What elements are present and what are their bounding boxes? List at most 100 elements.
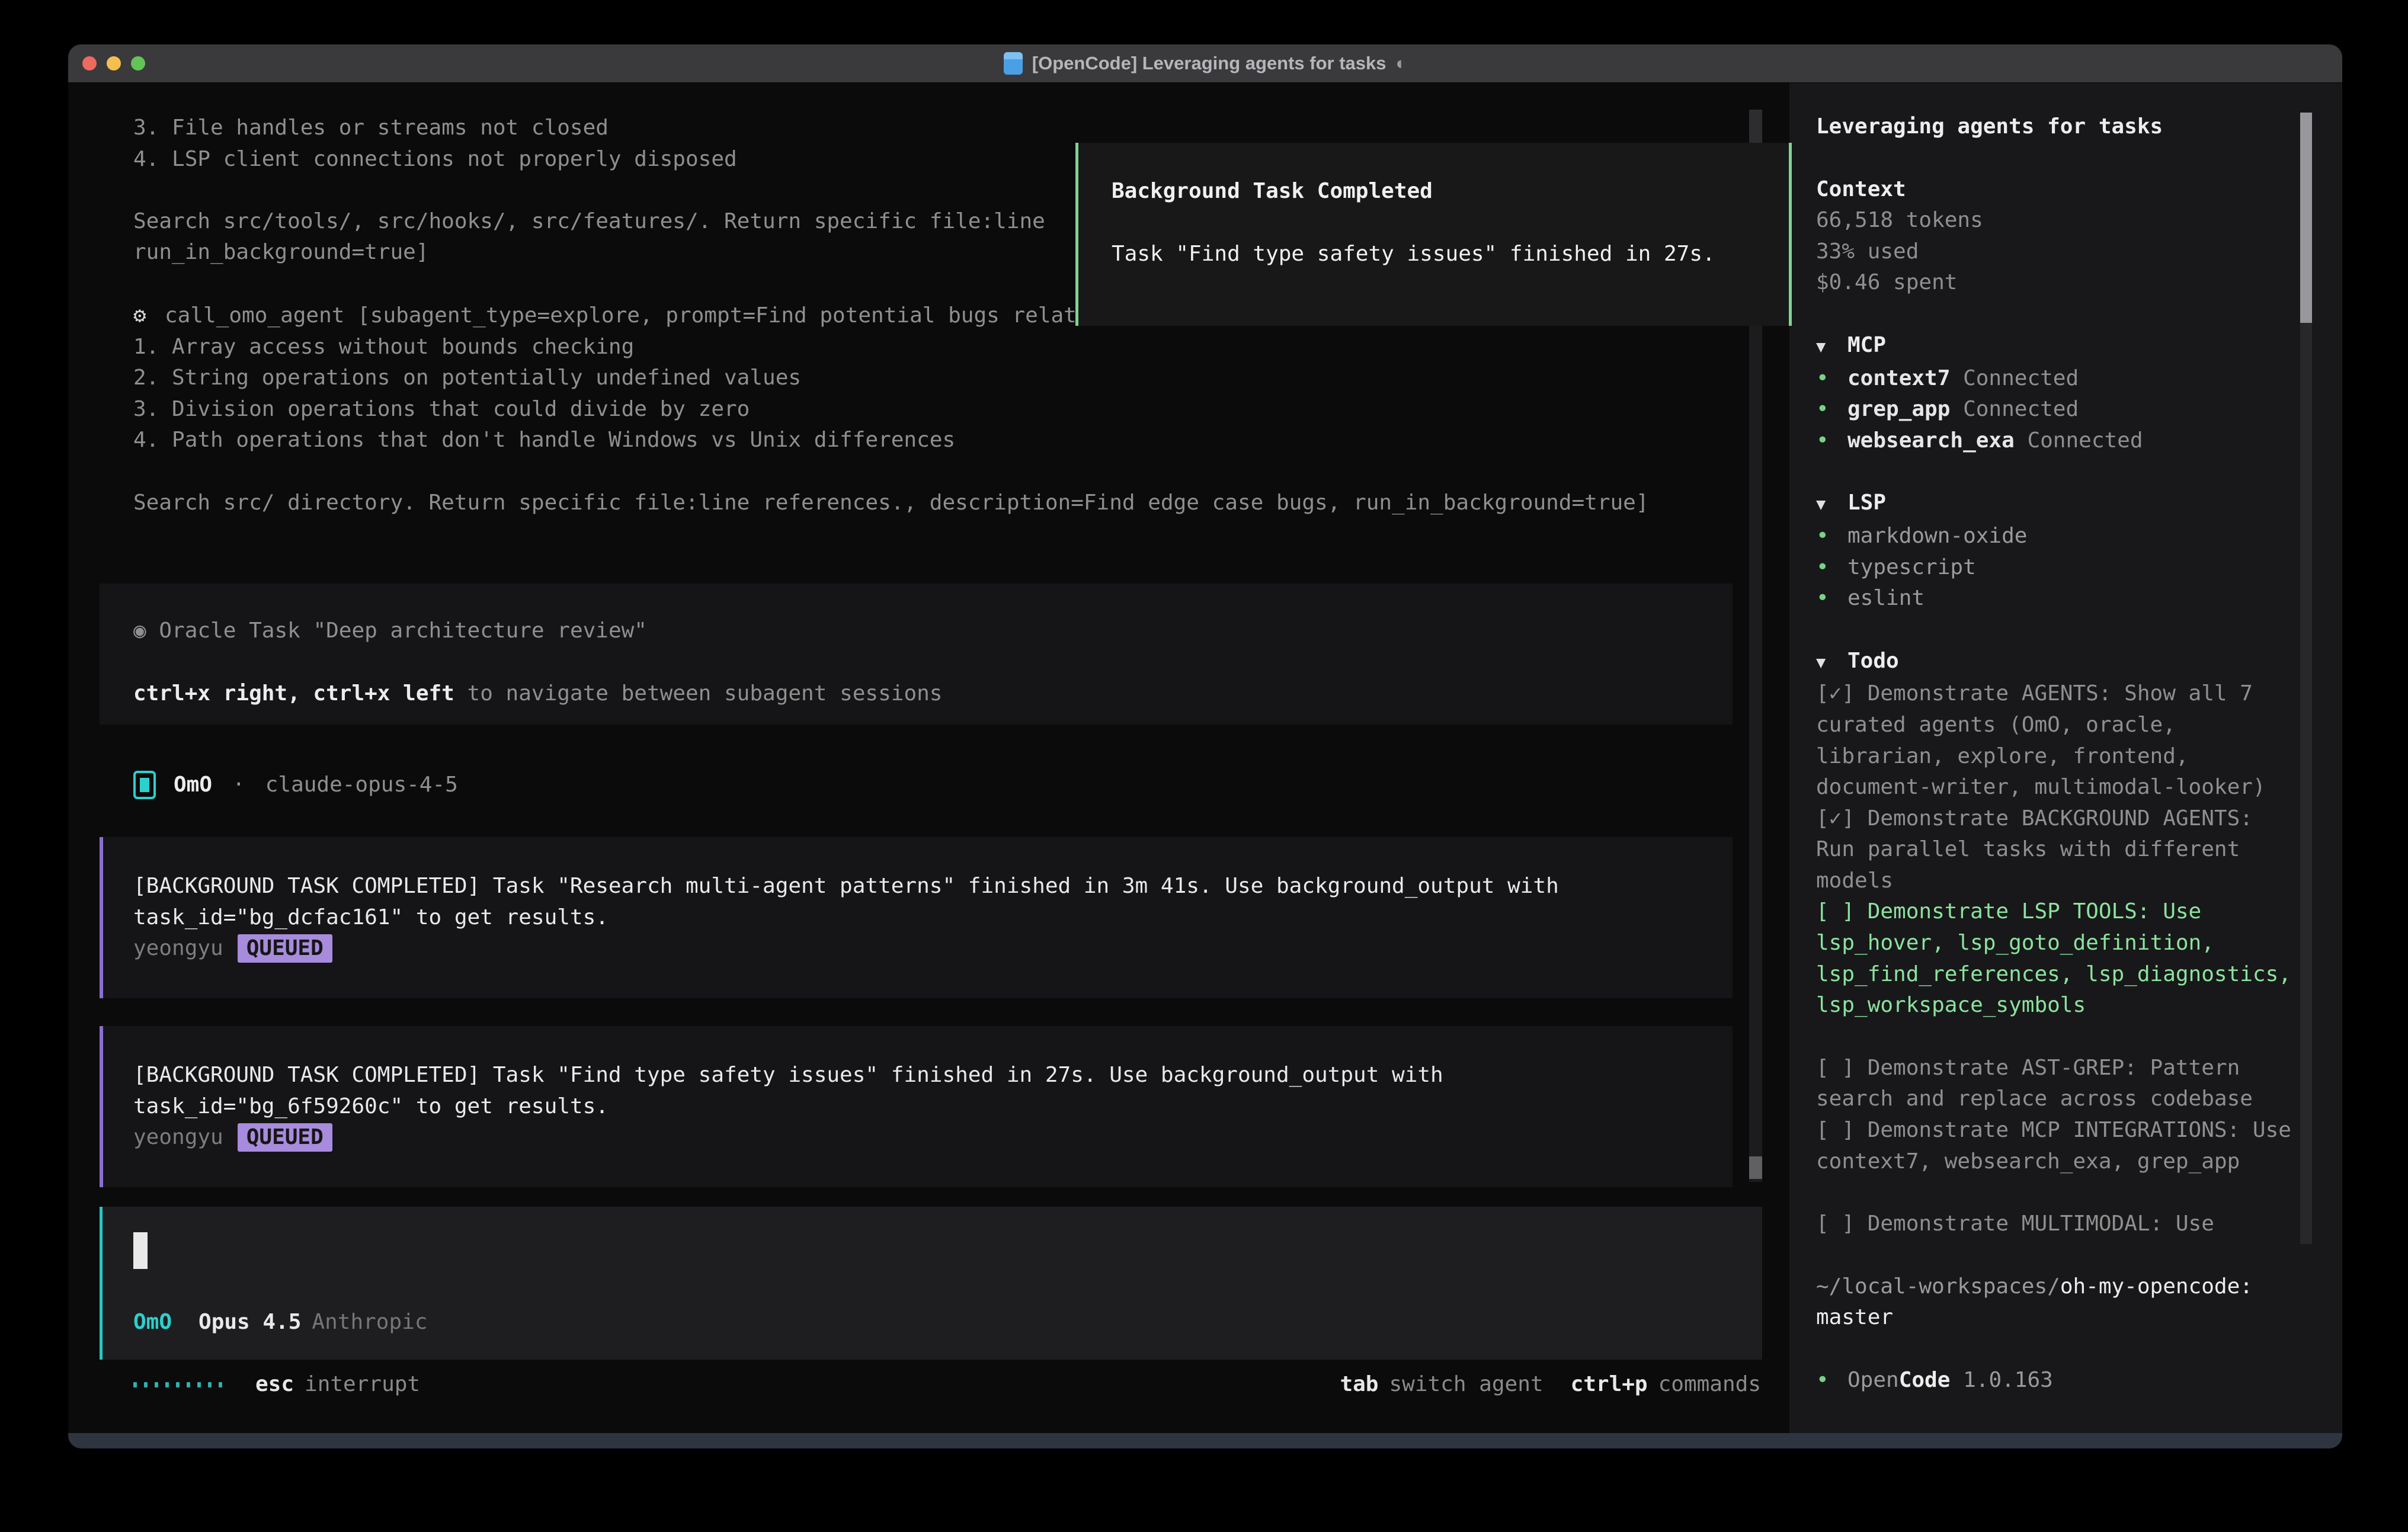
sidebar-scrollbar[interactable]: [2300, 113, 2312, 1244]
todo-heading: Todo: [1847, 649, 1899, 673]
agent-header: OmO · claude-opus-4-5: [133, 769, 458, 800]
lsp-item: •markdown-oxide: [1816, 521, 2292, 552]
mcp-section-header[interactable]: ▼MCP: [1816, 330, 2292, 363]
input-model-label: Opus 4.5: [198, 1307, 301, 1338]
chat-input[interactable]: OmO Opus 4.5 Anthropic: [100, 1207, 1762, 1360]
oracle-hint-keys: ctrl+x right, ctrl+x left: [133, 681, 454, 706]
switch-agent-label: switch agent: [1389, 1369, 1543, 1400]
mcp-heading: MCP: [1847, 333, 1886, 357]
lsp-name: eslint: [1847, 586, 1925, 610]
commands-label: commands: [1658, 1369, 1761, 1400]
oracle-task-title: Oracle Task "Deep architecture review": [159, 618, 647, 643]
context-tokens: 66,518 tokens: [1816, 205, 2292, 236]
workspace-branch: master: [1816, 1305, 1893, 1329]
task-block-text: [BACKGROUND TASK COMPLETED] Task "Find t…: [133, 1060, 1733, 1122]
lsp-item: •eslint: [1816, 583, 2292, 614]
status-bar: esc interrupt tab switch agent ctrl+p co…: [133, 1369, 1761, 1400]
session-title: Leveraging agents for tasks: [1816, 111, 2292, 143]
workspace-path: ~/local-workspaces/oh-my-opencode: maste…: [1816, 1271, 2292, 1334]
mcp-status: Connected: [2027, 428, 2143, 453]
separator-dot: ·: [232, 773, 245, 797]
brand-code: Code: [1899, 1368, 1951, 1392]
bullet-icon: •: [1816, 583, 1847, 614]
lsp-heading: LSP: [1847, 491, 1886, 515]
version-number: 1.0.163: [1963, 1368, 2053, 1392]
lsp-item: •typescript: [1816, 552, 2292, 584]
bullet-icon: •: [1816, 1365, 1847, 1396]
notification-body: Task "Find type safety issues" finished …: [1112, 239, 1789, 270]
half-moon-icon: ◐: [1396, 53, 1407, 74]
text-cursor: [133, 1232, 148, 1269]
spinner-dots-icon: [133, 1382, 222, 1387]
bullet-icon: •: [1816, 521, 1847, 552]
mcp-status: Connected: [1963, 366, 2079, 390]
context-heading: Context: [1816, 174, 2292, 206]
sidebar: Leveraging agents for tasks Context 66,5…: [1789, 83, 2342, 1433]
mcp-name: context7: [1847, 366, 1950, 390]
queued-badge: QUEUED: [238, 934, 332, 963]
sidebar-scrollbar-thumb[interactable]: [2300, 113, 2312, 323]
window-title-group: [OpenCode] Leveraging agents for tasks ◐: [1004, 52, 1407, 75]
workspace-repo: oh-my-opencode:: [2060, 1274, 2253, 1299]
window-title: [OpenCode] Leveraging agents for tasks: [1032, 53, 1386, 74]
file-icon: [1004, 52, 1023, 75]
minimize-button[interactable]: [107, 56, 121, 70]
tool-call-body: 1. Array access without bounds checking …: [133, 332, 1719, 519]
bullet-icon: •: [1816, 363, 1847, 395]
agent-model: claude-opus-4-5: [265, 773, 458, 797]
mcp-name: grep_app: [1847, 397, 1950, 421]
agent-name: OmO: [174, 773, 212, 797]
todo-item: [✓] Demonstrate AGENTS: Show all 7 curat…: [1816, 678, 2292, 803]
mcp-item: •websearch_exa Connected: [1816, 425, 2292, 457]
task-block: [BACKGROUND TASK COMPLETED] Task "Find t…: [100, 1026, 1733, 1187]
lsp-name: markdown-oxide: [1847, 524, 2027, 548]
todo-item: [ ] Demonstrate MCP INTEGRATIONS: Use co…: [1816, 1115, 2292, 1177]
chat-area: 3. File handles or streams not closed 4.…: [68, 83, 1789, 1433]
record-icon: ◉: [133, 618, 146, 643]
task-block: [BACKGROUND TASK COMPLETED] Task "Resear…: [100, 837, 1733, 998]
chevron-down-icon: ▼: [1816, 489, 1847, 521]
task-user: yeongyu: [133, 1122, 223, 1153]
chat-scrollbar-thumb[interactable]: [1749, 1156, 1762, 1179]
chevron-down-icon: ▼: [1816, 648, 1847, 679]
bullet-icon: •: [1816, 552, 1847, 584]
tab-key-hint: tab: [1340, 1369, 1378, 1400]
input-provider-label: Anthropic: [312, 1307, 427, 1338]
todo-item: [✓] Demonstrate BACKGROUND AGENTS: Run p…: [1816, 803, 2292, 897]
background-task-notification: Background Task Completed Task "Find typ…: [1075, 143, 1792, 326]
interrupt-label: interrupt: [305, 1369, 420, 1400]
context-spent: $0.46 spent: [1816, 267, 2292, 299]
mcp-item: •grep_app Connected: [1816, 394, 2292, 425]
close-button[interactable]: [82, 56, 97, 70]
esc-key-hint: esc: [255, 1369, 294, 1400]
oracle-hint-text: to navigate between subagent sessions: [454, 681, 943, 706]
todo-item: [ ] Demonstrate LSP TOOLS: Use lsp_hover…: [1816, 896, 2292, 1021]
version-line: •OpenCode 1.0.163: [1816, 1365, 2292, 1396]
bullet-icon: •: [1816, 425, 1847, 457]
terminal-window: [OpenCode] Leveraging agents for tasks ◐…: [68, 44, 2342, 1448]
lsp-name: typescript: [1847, 555, 1976, 579]
mcp-name: websearch_exa: [1847, 428, 2015, 453]
workspace-prefix: ~/local-workspaces/: [1816, 1274, 2060, 1299]
titlebar[interactable]: [OpenCode] Leveraging agents for tasks ◐: [68, 44, 2342, 83]
scrollback-text: 3. File handles or streams not closed 4.…: [133, 113, 1045, 268]
ctrlp-key-hint: ctrl+p: [1571, 1369, 1648, 1400]
mcp-item: •context7 Connected: [1816, 363, 2292, 395]
chevron-down-icon: ▼: [1816, 332, 1847, 363]
chat-scrollbar-cap: [1749, 110, 1762, 144]
notification-title: Background Task Completed: [1112, 176, 1789, 207]
tool-call: ⚙call_omo_agent [subagent_type=explore, …: [133, 300, 1719, 518]
lsp-section-header[interactable]: ▼LSP: [1816, 488, 2292, 521]
todo-item: [ ] Demonstrate MULTIMODAL: Use: [1816, 1209, 2292, 1240]
zoom-button[interactable]: [131, 56, 145, 70]
brand-open: Open: [1847, 1368, 1899, 1392]
gear-icon: ⚙: [133, 300, 165, 332]
context-used: 33% used: [1816, 236, 2292, 268]
bullet-icon: •: [1816, 394, 1847, 425]
todo-section-header[interactable]: ▼Todo: [1816, 646, 2292, 679]
mcp-status: Connected: [1963, 397, 2079, 421]
omo-agent-icon: [133, 771, 156, 799]
task-block-text: [BACKGROUND TASK COMPLETED] Task "Resear…: [133, 871, 1733, 933]
window-bottom-bar: [68, 1433, 2342, 1448]
traffic-lights: [82, 56, 145, 70]
